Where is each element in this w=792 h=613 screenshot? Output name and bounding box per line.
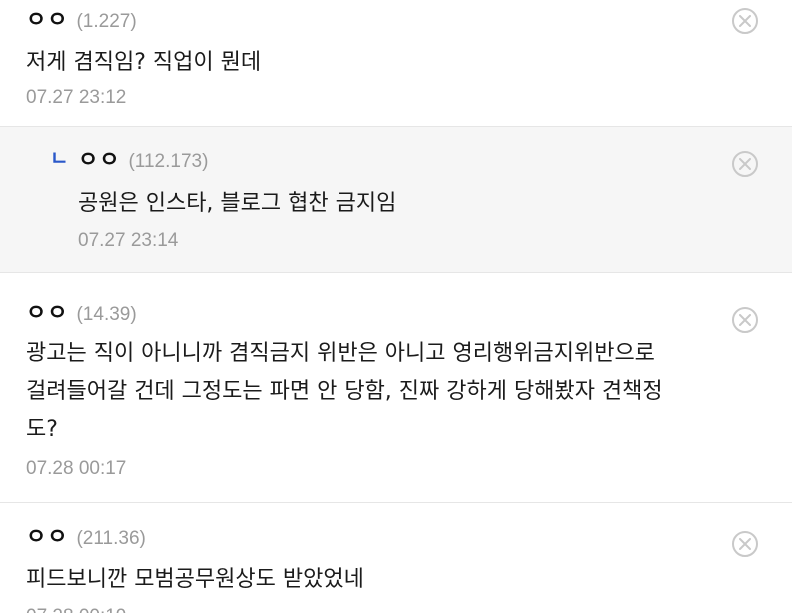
comment-item: ㅇㅇ (211.36) 피드보니깐 모범공무원상도 받았었네 07.28 00:… [0, 503, 792, 613]
comment-list: ㅇㅇ (1.227) 저게 겸직임? 직업이 뭔데 07.27 23:12 ㄴ … [0, 0, 792, 613]
comment-header: ㅇㅇ (1.227) [26, 6, 762, 36]
comment-ip: (211.36) [76, 528, 146, 549]
comment-date: 07.27 23:12 [26, 87, 127, 108]
comment-nickname[interactable]: ㅇㅇ [78, 146, 120, 176]
delete-comment-button[interactable] [732, 531, 758, 557]
comment-item: ㅇㅇ (14.39) 광고는 직이 아니니까 겸직금지 위반은 아니고 영리행위… [0, 273, 792, 503]
comment-ip: (1.227) [76, 11, 137, 32]
close-icon [739, 538, 751, 550]
reply-item: ㄴ ㅇㅇ (112.173) 공원은 인스타, 블로그 협찬 금지임 07.27… [0, 127, 792, 273]
comment-nickname[interactable]: ㅇㅇ [26, 523, 68, 553]
delete-comment-button[interactable] [732, 151, 758, 177]
comment-nickname[interactable]: ㅇㅇ [26, 299, 68, 329]
close-icon [739, 158, 751, 170]
comment-item: ㅇㅇ (1.227) 저게 겸직임? 직업이 뭔데 07.27 23:12 [0, 0, 792, 127]
comment-ip: (14.39) [76, 304, 137, 325]
reply-marker: ㄴ [50, 146, 69, 170]
comment-header: ㅇㅇ (211.36) [26, 523, 762, 553]
comment-text: 광고는 직이 아니니까 겸직금지 위반은 아니고 영리행위금지위반으로 걸려들어… [26, 341, 663, 442]
comment-text: 피드보니깐 모범공무원상도 받았었네 [26, 567, 364, 592]
comment-text: 공원은 인스타, 블로그 협찬 금지임 [78, 191, 397, 216]
comment-text: 저게 겸직임? 직업이 뭔데 [26, 50, 262, 75]
comment-nickname[interactable]: ㅇㅇ [26, 6, 68, 36]
delete-comment-button[interactable] [732, 307, 758, 333]
comment-ip: (112.173) [128, 151, 209, 172]
comment-header: ㅇㅇ (14.39) [26, 299, 762, 329]
comment-date: 07.27 23:14 [78, 230, 179, 251]
delete-comment-button[interactable] [732, 8, 758, 34]
comment-date: 07.28 00:19 [26, 603, 762, 613]
close-icon [739, 15, 751, 27]
comment-date: 07.28 00:17 [26, 458, 127, 479]
comment-header: ㄴ ㅇㅇ (112.173) [50, 145, 762, 175]
close-icon [739, 314, 751, 326]
